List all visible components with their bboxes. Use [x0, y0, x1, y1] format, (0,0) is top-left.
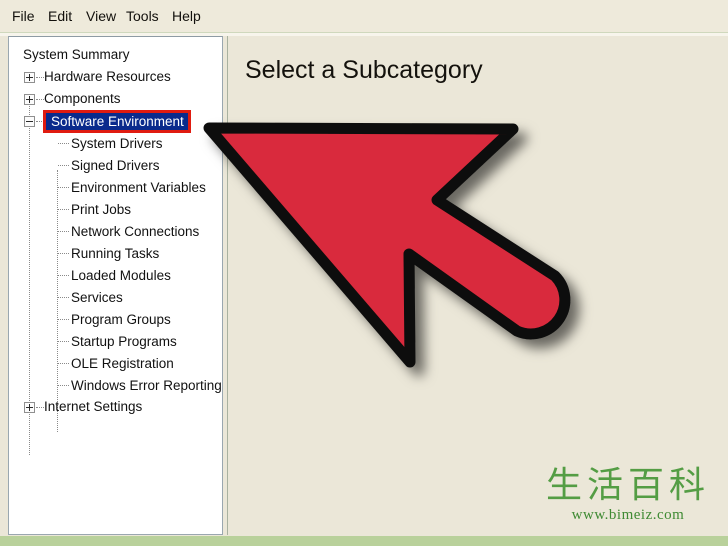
tree-item-label: Software Environment [51, 114, 184, 129]
tree-item-label: Network Connections [71, 224, 200, 239]
tree-item-hardware-resources[interactable]: Hardware Resources [44, 66, 171, 87]
tree-item-program-groups[interactable]: Program Groups [71, 309, 171, 330]
tree-item-components[interactable]: Components [44, 88, 121, 109]
tree-item-label: System Summary [23, 47, 130, 62]
tree-item-label: Services [71, 290, 123, 305]
system-info-tree[interactable]: System Summary Hardware Resources Compon… [8, 36, 223, 535]
tree-connector [36, 77, 44, 79]
tree-item-startup-programs[interactable]: Startup Programs [71, 331, 177, 352]
tree-connector [58, 297, 69, 299]
tree-connector [58, 187, 69, 189]
tree-item-services[interactable]: Services [71, 287, 123, 308]
expander-plus-icon-components[interactable] [24, 94, 35, 105]
tree-connector [58, 209, 69, 211]
tree-item-environment-variables[interactable]: Environment Variables [71, 177, 206, 198]
tree-item-network-connections[interactable]: Network Connections [71, 221, 199, 242]
menu-item-tools[interactable]: Tools [126, 8, 159, 24]
tree-item-system-drivers[interactable]: System Drivers [71, 133, 163, 154]
tree-item-print-jobs[interactable]: Print Jobs [71, 199, 131, 220]
tree-connector [58, 231, 69, 233]
tree-item-system-summary[interactable]: System Summary [23, 44, 130, 65]
menu-bar: File Edit View Tools Help [0, 0, 728, 33]
menu-item-help[interactable]: Help [172, 8, 201, 24]
tree-connector [58, 363, 69, 365]
menu-item-view[interactable]: View [86, 8, 116, 24]
tree-item-label: Loaded Modules [71, 268, 171, 283]
tree-connector [58, 341, 69, 343]
tree-connector [58, 385, 69, 387]
tree-item-internet-settings[interactable]: Internet Settings [44, 396, 142, 417]
detail-pane: Select a Subcategory [231, 36, 717, 535]
tree-connector [36, 407, 44, 409]
menu-item-edit[interactable]: Edit [48, 8, 72, 24]
tree-item-loaded-modules[interactable]: Loaded Modules [71, 265, 171, 286]
application-window: File Edit View Tools Help System Summary… [0, 0, 728, 546]
tree-connector [58, 165, 69, 167]
tree-item-label: Signed Drivers [71, 158, 160, 173]
page-title: Select a Subcategory [245, 56, 483, 84]
tree-item-label: Hardware Resources [44, 69, 171, 84]
tree-connector [58, 275, 69, 277]
tree-item-label: Internet Settings [44, 399, 143, 414]
menu-item-file[interactable]: File [12, 8, 35, 24]
tree-item-software-environment-selected[interactable]: Software Environment [43, 110, 191, 133]
pane-splitter-line [227, 36, 228, 535]
tree-item-windows-error-reporting[interactable]: Windows Error Reporting [71, 375, 222, 396]
expander-minus-icon-software-environment[interactable] [24, 116, 35, 127]
tree-item-label: System Drivers [71, 136, 163, 151]
tree-connector [58, 143, 69, 145]
tree-item-label: Program Groups [71, 312, 171, 327]
tree-item-label: Print Jobs [71, 202, 132, 217]
tree-item-label: Environment Variables [71, 180, 206, 195]
tree-item-label: Startup Programs [71, 334, 177, 349]
tree-item-label: OLE Registration [71, 356, 174, 371]
client-area: System Summary Hardware Resources Compon… [0, 33, 728, 536]
tree-item-label: Windows Error Reporting [71, 378, 222, 393]
tree-connector [58, 319, 69, 321]
tree-item-label: Running Tasks [71, 246, 160, 261]
tree-item-label: Components [44, 91, 121, 106]
expander-plus-icon-internet-settings[interactable] [24, 402, 35, 413]
tree-item-signed-drivers[interactable]: Signed Drivers [71, 155, 160, 176]
expander-plus-icon-hardware-resources[interactable] [24, 72, 35, 83]
tree-connector [58, 253, 69, 255]
tree-item-running-tasks[interactable]: Running Tasks [71, 243, 159, 264]
tree-item-ole-registration[interactable]: OLE Registration [71, 353, 174, 374]
tree-connector [36, 99, 44, 101]
